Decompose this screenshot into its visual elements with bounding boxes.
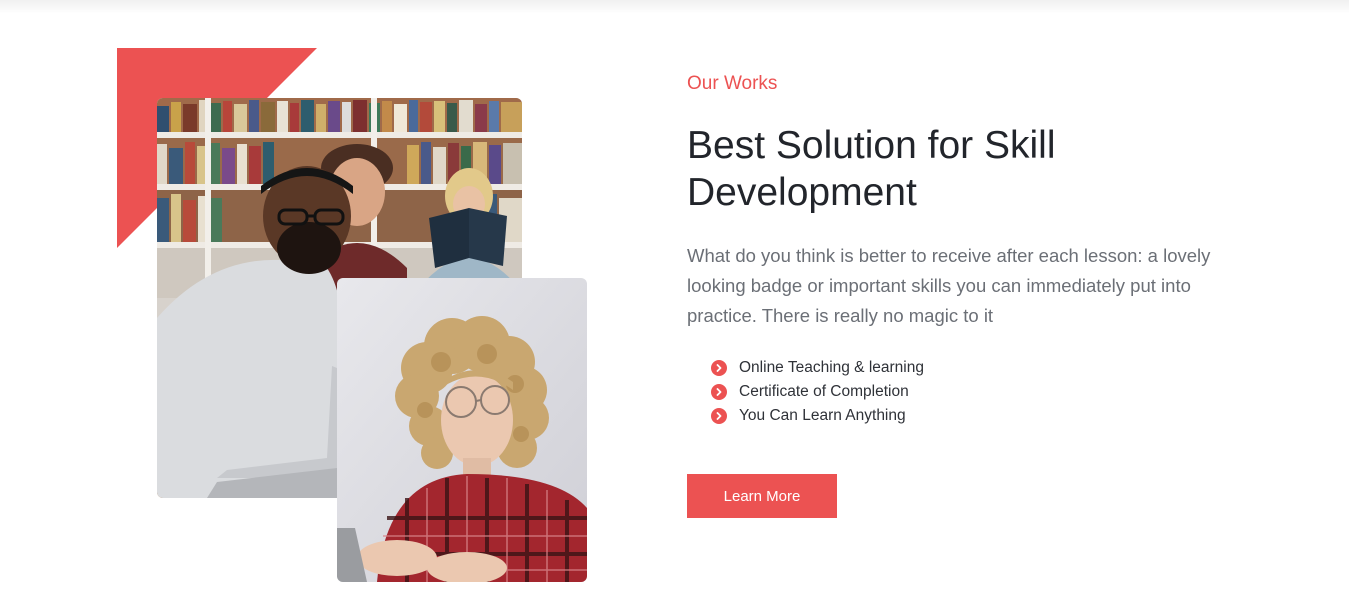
section-title: Best Solution for Skill Development bbox=[687, 124, 1056, 214]
list-item: You Can Learn Anything bbox=[711, 404, 924, 428]
chevron-right-circle-icon bbox=[711, 360, 727, 376]
student-laptop-image bbox=[337, 278, 587, 582]
list-item: Online Teaching & learning bbox=[711, 356, 924, 380]
chevron-right-circle-icon bbox=[711, 408, 727, 424]
feature-label: Certificate of Completion bbox=[739, 383, 909, 400]
section-subtitle: Our Works bbox=[687, 73, 778, 94]
header-shadow bbox=[0, 0, 1349, 14]
feature-list: Online Teaching & learning Certificate o… bbox=[711, 356, 924, 428]
works-section: Our Works Best Solution for Skill Develo… bbox=[0, 0, 1349, 609]
list-item: Certificate of Completion bbox=[711, 380, 924, 404]
chevron-right-circle-icon bbox=[711, 384, 727, 400]
learn-more-button[interactable]: Learn More bbox=[687, 474, 837, 518]
feature-label: Online Teaching & learning bbox=[739, 359, 924, 376]
feature-label: You Can Learn Anything bbox=[739, 407, 906, 424]
section-description: What do you think is better to receive a… bbox=[687, 245, 1211, 326]
